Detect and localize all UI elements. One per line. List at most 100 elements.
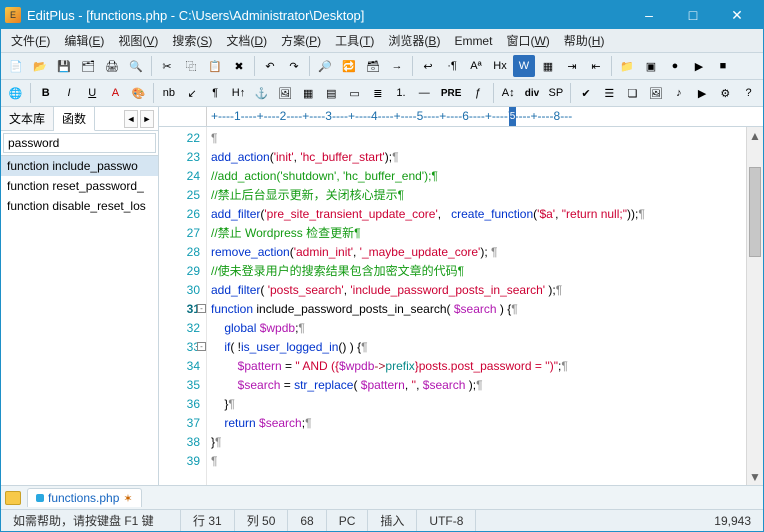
toolbar-tools-icon[interactable]: ⚙ xyxy=(715,82,736,104)
menu-B[interactable]: 浏览器(B) xyxy=(382,30,446,51)
toolbar-U-icon[interactable]: U xyxy=(82,82,103,104)
code-line[interactable]: global $wpdb;¶ xyxy=(211,319,742,338)
menu-H[interactable]: 帮助(H) xyxy=(558,30,611,51)
toolbar-SP-icon[interactable]: SP xyxy=(545,82,566,104)
sidebar-tab-cliptext[interactable]: 文本库 xyxy=(1,107,54,130)
ruler[interactable]: +----1----+----2----+----3----+----4----… xyxy=(207,107,763,126)
function-list[interactable]: function include_passwofunction reset_pa… xyxy=(1,156,158,485)
toolbar-help-icon[interactable]: ? xyxy=(738,82,759,104)
toolbar-PRE-icon[interactable]: PRE xyxy=(437,82,466,104)
menu-S[interactable]: 搜索(S) xyxy=(166,30,218,51)
code-line[interactable]: //add_action('shutdown', 'hc_buffer_end'… xyxy=(211,167,742,186)
toolbar-I-icon[interactable]: I xyxy=(58,82,79,104)
toolbar-css-icon[interactable]: ☰ xyxy=(599,82,620,104)
fold-toggle-icon[interactable]: - xyxy=(197,304,206,313)
toolbar-image-icon[interactable]: 🖼 xyxy=(274,82,295,104)
sidebar-nav-next[interactable]: ► xyxy=(140,110,154,128)
line-number[interactable]: 36 xyxy=(159,395,200,414)
code-line[interactable]: ¶ xyxy=(211,452,742,471)
toolbar-music-icon[interactable]: ♪ xyxy=(668,82,689,104)
toolbar-open-icon[interactable]: 📂 xyxy=(29,55,51,77)
toolbar-font-icon[interactable]: ƒ xyxy=(467,82,488,104)
toolbar-indent-on-icon[interactable]: ⇥ xyxy=(561,55,583,77)
toolbar-undo-icon[interactable]: ↶ xyxy=(259,55,281,77)
function-list-item[interactable]: function disable_reset_los xyxy=(1,196,158,216)
directory-icon[interactable] xyxy=(5,491,21,505)
code-line[interactable]: remove_action('admin_init', '_maybe_upda… xyxy=(211,243,742,262)
toolbar-saveall-icon[interactable]: 🗂 xyxy=(77,55,99,77)
line-number[interactable]: 39 xyxy=(159,452,200,471)
toolbar-ol-icon[interactable]: 1. xyxy=(390,82,411,104)
line-gutter[interactable]: 22232425262728293031▶-3233-343536373839 xyxy=(159,127,207,485)
toolbar-js-icon[interactable]: ❏ xyxy=(622,82,643,104)
toolbar-video-icon[interactable]: ▶ xyxy=(692,82,713,104)
line-number[interactable]: 23 xyxy=(159,148,200,167)
toolbar-validate-icon[interactable]: ✔ xyxy=(575,82,596,104)
toolbar-redo-icon[interactable]: ↷ xyxy=(283,55,305,77)
code-line[interactable]: //禁止后台显示更新，关闭核心提示¶ xyxy=(211,186,742,205)
toolbar-Aa-icon[interactable]: Aª xyxy=(465,55,487,77)
menu-Emmet[interactable]: Emmet xyxy=(448,32,498,50)
menu-T[interactable]: 工具(T) xyxy=(329,30,380,51)
minimize-button[interactable]: – xyxy=(627,1,671,29)
line-number[interactable]: 30 xyxy=(159,281,200,300)
toolbar-H↑-icon[interactable]: H↑ xyxy=(228,82,249,104)
line-number[interactable]: 34 xyxy=(159,357,200,376)
toolbar-anchor-icon[interactable]: ⚓ xyxy=(251,82,272,104)
toolbar-copy-icon[interactable]: ⿻ xyxy=(180,55,202,77)
code-line[interactable]: //禁止 Wordpress 检查更新¶ xyxy=(211,224,742,243)
maximize-button[interactable]: □ xyxy=(671,1,715,29)
toolbar-color-icon[interactable]: ▦ xyxy=(537,55,559,77)
line-number[interactable]: 22 xyxy=(159,129,200,148)
toolbar-paste-icon[interactable]: 📋 xyxy=(204,55,226,77)
toolbar-delete-icon[interactable]: ✖ xyxy=(228,55,250,77)
toolbar-preview-icon[interactable]: 🔍 xyxy=(125,55,147,77)
toolbar-indent-off-icon[interactable]: ⇤ xyxy=(585,55,607,77)
file-tab-close-icon[interactable]: ✶ xyxy=(123,492,132,505)
toolbar-W-icon[interactable]: W xyxy=(513,55,535,77)
line-number[interactable]: 25 xyxy=(159,186,200,205)
toolbar-globe-icon[interactable]: 🌐 xyxy=(5,82,26,104)
code-line[interactable]: //使未登录用户的搜索结果包含加密文章的代码¶ xyxy=(211,262,742,281)
code-line[interactable]: if( !is_user_logged_in() ) {¶ xyxy=(211,338,742,357)
function-search-input[interactable] xyxy=(3,133,156,153)
toolbar-findfiles-icon[interactable]: 🗃 xyxy=(362,55,384,77)
fold-toggle-icon[interactable]: - xyxy=(197,342,206,351)
toolbar-find-icon[interactable]: 🔎 xyxy=(314,55,336,77)
code-line[interactable]: }¶ xyxy=(211,395,742,414)
line-number[interactable]: 28 xyxy=(159,243,200,262)
close-button[interactable]: ✕ xyxy=(715,1,759,29)
function-list-item[interactable]: function include_passwo xyxy=(1,156,158,176)
toolbar-div-icon[interactable]: div xyxy=(521,82,543,104)
line-number[interactable]: 32 xyxy=(159,319,200,338)
file-tab-functions-php[interactable]: functions.php ✶ xyxy=(27,488,142,507)
menu-D[interactable]: 文档(D) xyxy=(220,30,273,51)
toolbar-replace-icon[interactable]: 🔁 xyxy=(338,55,360,77)
code-text[interactable]: ¶add_action('init', 'hc_buffer_start');¶… xyxy=(207,127,746,485)
line-number[interactable]: 27 xyxy=(159,224,200,243)
scroll-up-icon[interactable]: ▲ xyxy=(747,127,763,144)
toolbar-B-icon[interactable]: B xyxy=(35,82,56,104)
toolbar-goto-icon[interactable]: → xyxy=(386,55,408,77)
code-line[interactable]: $pattern = " AND ({$wpdb->prefix}posts.p… xyxy=(211,357,742,376)
code-line[interactable]: add_action('init', 'hc_buffer_start');¶ xyxy=(211,148,742,167)
toolbar-arrow-l-icon[interactable]: ↙ xyxy=(181,82,202,104)
toolbar-save-icon[interactable]: 💾 xyxy=(53,55,75,77)
toolbar-img2-icon[interactable]: 🖼 xyxy=(645,82,666,104)
vertical-scrollbar[interactable]: ▲ ▼ xyxy=(746,127,763,485)
code-line[interactable]: add_filter( 'posts_search', 'include_pas… xyxy=(211,281,742,300)
toolbar-terminal-icon[interactable]: ▣ xyxy=(640,55,662,77)
toolbar-record-icon[interactable]: ● xyxy=(664,55,686,77)
toolbar-new-icon[interactable]: 📄 xyxy=(5,55,27,77)
menu-P[interactable]: 方案(P) xyxy=(275,30,327,51)
sidebar-tab-functions[interactable]: 函数 xyxy=(54,107,95,131)
menu-V[interactable]: 视图(V) xyxy=(112,30,164,51)
line-number[interactable]: 26 xyxy=(159,205,200,224)
line-number[interactable]: 33 xyxy=(159,338,200,357)
code-line[interactable]: $search = str_replace( $pattern, '', $se… xyxy=(211,376,742,395)
toolbar-form-icon[interactable]: ▤ xyxy=(321,82,342,104)
code-line[interactable]: ¶ xyxy=(211,129,742,148)
menu-F[interactable]: 文件(F) xyxy=(5,30,56,51)
menu-E[interactable]: 编辑(E) xyxy=(58,30,110,51)
toolbar-wrap-icon[interactable]: ↩ xyxy=(417,55,439,77)
